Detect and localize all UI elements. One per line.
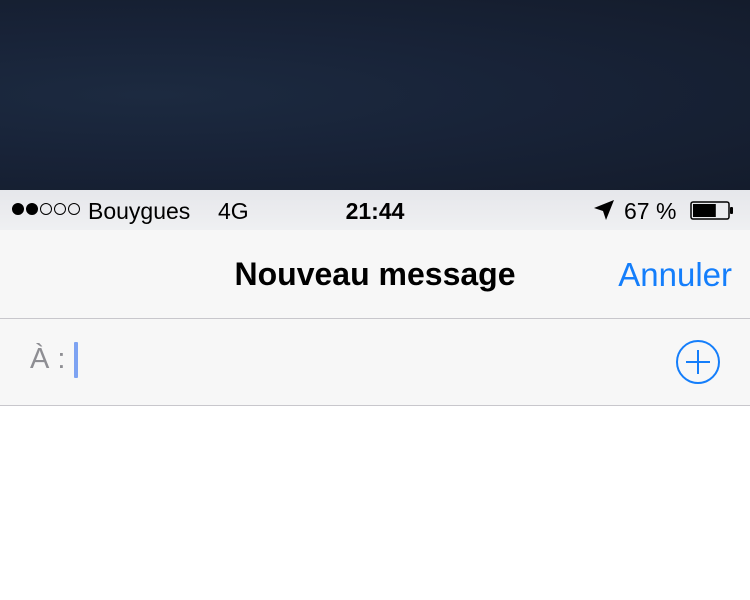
background-wallpaper <box>0 0 750 190</box>
status-bar: Bouygues 4G 21:44 67 % <box>0 190 750 230</box>
recipient-row: À : <box>0 319 750 406</box>
navigation-bar: Nouveau message Annuler <box>0 230 750 319</box>
battery-icon <box>690 201 733 220</box>
signal-dot <box>26 203 38 215</box>
message-list-area <box>0 406 750 600</box>
signal-strength-icon <box>12 203 80 215</box>
recipient-input[interactable] <box>72 339 652 383</box>
location-arrow-icon <box>594 200 614 220</box>
text-caret <box>74 342 78 378</box>
signal-dot <box>12 203 24 215</box>
battery-level-fill <box>693 204 716 217</box>
cancel-button[interactable]: Annuler <box>618 256 732 294</box>
recipient-label: À : <box>30 343 66 375</box>
signal-dot <box>68 203 80 215</box>
clock: 21:44 <box>345 198 405 224</box>
signal-dot <box>54 203 66 215</box>
battery-percentage: 67 % <box>624 198 677 224</box>
carrier-name: Bouygues <box>88 198 191 224</box>
signal-dot <box>40 203 52 215</box>
network-type: 4G <box>218 198 249 224</box>
add-contact-button[interactable] <box>675 339 721 385</box>
plus-circle-icon <box>676 340 720 384</box>
